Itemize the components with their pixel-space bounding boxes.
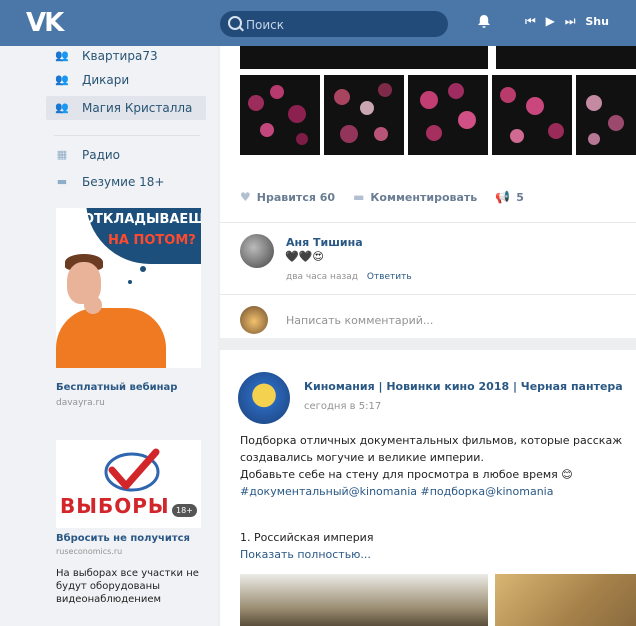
- bell-icon[interactable]: [477, 14, 491, 29]
- post-text-line: создавались могучие и великие империи.: [240, 451, 484, 464]
- show-more-link[interactable]: Показать полностью...: [240, 548, 371, 561]
- post-photo[interactable]: [576, 75, 636, 155]
- post-hashtags[interactable]: #документальный@kinomania #подборка@kino…: [240, 483, 636, 500]
- sidebar-item-label: Безумие 18+: [82, 175, 165, 189]
- group-icon: 👥: [55, 49, 69, 62]
- apps-icon: ▦: [56, 148, 68, 161]
- post-photo[interactable]: [240, 75, 320, 155]
- comment-text: 🖤🖤😍: [285, 250, 324, 263]
- player-track-label[interactable]: Shu: [585, 15, 609, 28]
- game-icon: ▬: [56, 175, 68, 188]
- comment-icon: ▬: [353, 190, 365, 204]
- post-photo[interactable]: [408, 75, 488, 155]
- post-list-item: 1. Российская империя: [240, 531, 374, 544]
- heart-icon: ♥: [240, 190, 251, 204]
- like-button[interactable]: ♥ Нравится 60: [240, 190, 335, 204]
- checkmark-icon: [104, 448, 160, 492]
- post-photo[interactable]: [492, 75, 572, 155]
- post-text: Подборка отличных документальных фильмов…: [240, 432, 636, 500]
- post-photo[interactable]: [240, 574, 488, 626]
- post-photo[interactable]: [495, 574, 636, 626]
- like-count: 60: [319, 190, 336, 204]
- ad-title[interactable]: Бесплатный вебинар: [56, 382, 177, 393]
- search-input[interactable]: [244, 15, 444, 35]
- reply-link[interactable]: Ответить: [367, 272, 412, 282]
- ad-banner-elections[interactable]: ВЫБОРЫ 18+: [56, 440, 201, 528]
- post-author[interactable]: Киномания | Новинки кино 2018 | Черная п…: [304, 380, 623, 393]
- share-icon: 📢: [495, 190, 511, 204]
- group-icon: 👥: [55, 101, 69, 114]
- sidebar-item-radio[interactable]: ▦ Радио: [46, 143, 206, 167]
- ad-title[interactable]: Вбросить не получится: [56, 533, 190, 544]
- ad-domain: davayra.ru: [56, 398, 105, 408]
- sidebar-item-kvartira73[interactable]: 👥 Квартира73: [46, 44, 206, 68]
- vk-logo[interactable]: VK: [26, 8, 64, 38]
- sidebar-item-magiya-kristalla[interactable]: 👥 Магия Кристалла: [46, 96, 206, 120]
- like-label: Нравится: [256, 190, 316, 204]
- community-avatar[interactable]: [238, 372, 290, 424]
- sidebar-item-label: Квартира73: [82, 49, 158, 63]
- previous-track-icon[interactable]: ⏮: [525, 14, 536, 28]
- divider: [220, 222, 636, 223]
- audio-player: ⏮ ▶ ⏭ Shu: [525, 14, 615, 29]
- comment-button[interactable]: ▬ Комментировать: [353, 190, 477, 204]
- play-icon[interactable]: ▶: [546, 14, 555, 28]
- post-date[interactable]: сегодня в 5:17: [304, 401, 381, 412]
- post-photo[interactable]: [324, 75, 404, 155]
- post-text-line: Подборка отличных документальных фильмов…: [240, 434, 623, 447]
- search-icon: [228, 16, 242, 30]
- post-text-line: Добавьте себе на стену для просмотра в л…: [240, 468, 573, 481]
- share-count: 5: [516, 190, 524, 204]
- write-comment-input[interactable]: Написать комментарий...: [286, 314, 433, 327]
- sidebar-item-label: Дикари: [82, 73, 130, 87]
- search-bar[interactable]: [220, 11, 448, 37]
- comment-meta: два часа назад Ответить: [286, 272, 412, 282]
- sidebar-divider: [54, 135, 200, 136]
- post-photo[interactable]: [496, 46, 636, 69]
- my-avatar[interactable]: [240, 306, 268, 334]
- comment-time[interactable]: два часа назад: [286, 272, 358, 282]
- comment-label: Комментировать: [370, 190, 478, 204]
- ad-banner-webinar[interactable]: ОТКЛАДЫВАЕШЬ НА ПОТОМ?: [56, 208, 201, 368]
- age-badge: 18+: [172, 504, 197, 517]
- sidebar-item-bezumie[interactable]: ▬ Безумие 18+: [46, 170, 206, 194]
- bubble-dot: [140, 266, 146, 272]
- comment-author[interactable]: Аня Тишина: [286, 236, 363, 249]
- sidebar-item-label: Радио: [82, 148, 121, 162]
- ad-description: На выборах все участки не будут оборудов…: [56, 568, 199, 605]
- next-track-icon[interactable]: ⏭: [565, 14, 576, 28]
- group-icon: 👥: [55, 73, 69, 86]
- ad-banner-headline: ОТКЛАДЫВАЕШЬ: [83, 212, 201, 227]
- ad-banner-word: ВЫБОРЫ: [60, 494, 170, 518]
- post-photo[interactable]: [240, 46, 488, 69]
- post-actions: ♥ Нравится 60 ▬ Комментировать 📢 5: [240, 190, 542, 204]
- person-illustration: [56, 308, 166, 368]
- person-hand: [84, 296, 102, 314]
- sidebar-item-label: Магия Кристалла: [82, 101, 193, 115]
- bubble-dot: [128, 280, 132, 284]
- top-header: VK ⏮ ▶ ⏭ Shu: [0, 0, 636, 46]
- commenter-avatar[interactable]: [240, 234, 274, 268]
- share-button[interactable]: 📢 5: [495, 190, 524, 204]
- sidebar-item-dikari[interactable]: 👥 Дикари: [46, 68, 206, 92]
- divider: [220, 294, 636, 295]
- ad-domain: ruseconomics.ru: [56, 547, 123, 556]
- ad-banner-subheadline: НА ПОТОМ?: [108, 233, 196, 248]
